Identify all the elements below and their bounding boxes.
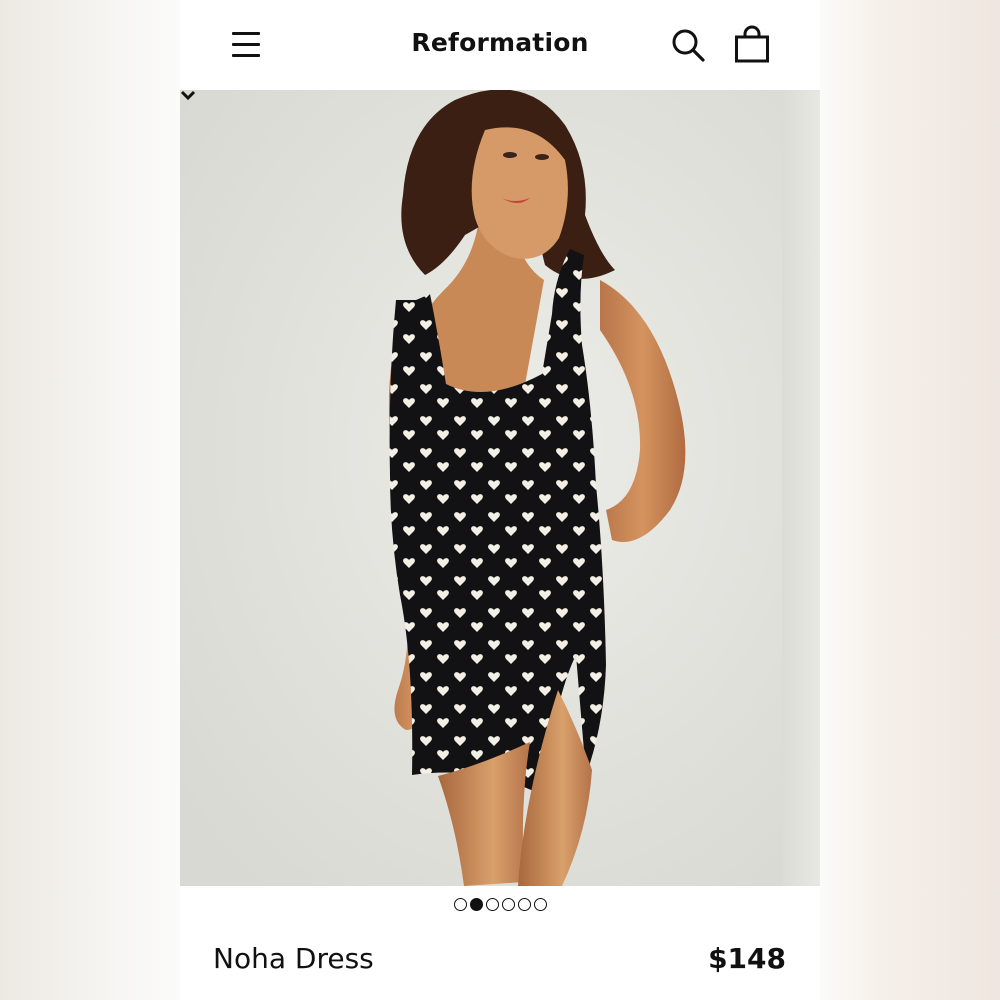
carousel-pagination <box>180 898 820 914</box>
carousel-dot-5[interactable] <box>517 898 531 911</box>
chevron-down-icon[interactable] <box>180 90 196 100</box>
product-price: $148 <box>708 942 786 975</box>
carousel-dot-2[interactable] <box>469 898 483 911</box>
shopping-bag-icon[interactable] <box>734 25 770 65</box>
brand-logo[interactable]: Reformation <box>180 28 820 57</box>
search-icon[interactable] <box>670 27 706 63</box>
carousel-dot-4[interactable] <box>501 898 515 911</box>
product-name: Noha Dress <box>213 942 374 975</box>
carousel-dot-3[interactable] <box>485 898 499 911</box>
product-page: Reformation Noha Dress $148 <box>180 0 820 1000</box>
top-nav-bar: Reformation <box>180 0 820 90</box>
next-image-peek[interactable] <box>782 90 820 886</box>
carousel-dot-1[interactable] <box>453 898 467 911</box>
product-photo <box>180 90 820 886</box>
product-image-carousel[interactable] <box>180 90 820 886</box>
carousel-dot-6[interactable] <box>533 898 547 911</box>
